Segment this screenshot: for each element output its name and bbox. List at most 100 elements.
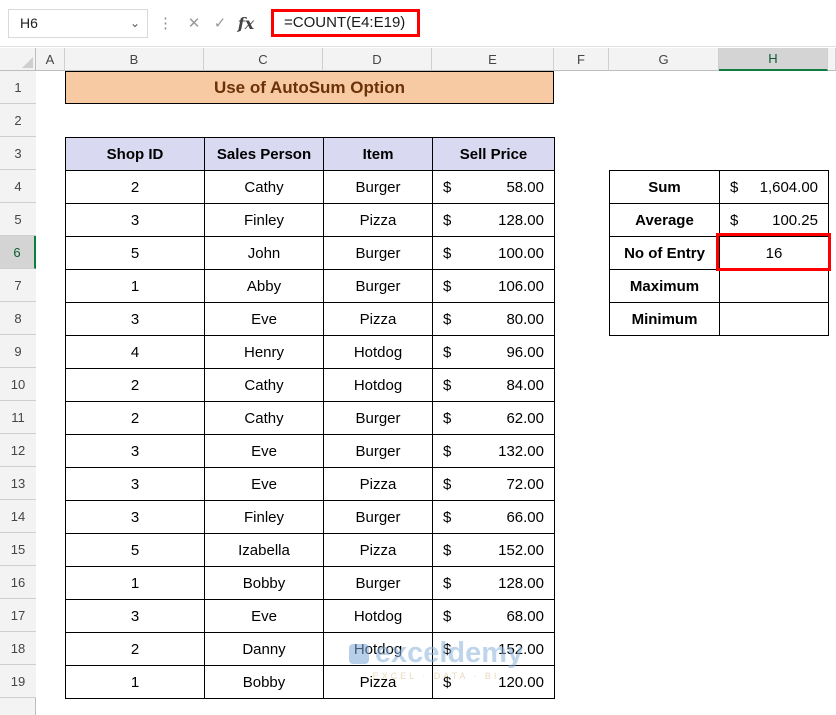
summary-label-cell[interactable]: No of Entry bbox=[610, 237, 720, 270]
table-cell-price[interactable]: $128.00 bbox=[433, 204, 555, 237]
table-cell[interactable]: Burger bbox=[324, 237, 433, 270]
column-header-b[interactable]: B bbox=[65, 48, 204, 71]
summary-value-cell[interactable] bbox=[720, 303, 829, 336]
table-cell[interactable]: Hotdog bbox=[324, 600, 433, 633]
cancel-icon[interactable]: ✕ bbox=[181, 14, 207, 32]
column-header-g[interactable]: G bbox=[609, 48, 719, 71]
column-header-a[interactable]: A bbox=[36, 48, 65, 71]
table-cell[interactable]: 3 bbox=[66, 600, 205, 633]
table-cell[interactable]: 2 bbox=[66, 633, 205, 666]
table-cell-price[interactable]: $58.00 bbox=[433, 171, 555, 204]
table-cell[interactable]: Burger bbox=[324, 501, 433, 534]
row-header-5[interactable]: 5 bbox=[0, 203, 36, 236]
table-cell[interactable]: Burger bbox=[324, 435, 433, 468]
table-cell[interactable]: Finley bbox=[205, 204, 324, 237]
table-cell[interactable]: Pizza bbox=[324, 303, 433, 336]
summary-label-cell[interactable]: Sum bbox=[610, 171, 720, 204]
table-cell[interactable]: Eve bbox=[205, 303, 324, 336]
table-cell[interactable]: 3 bbox=[66, 501, 205, 534]
table-cell[interactable]: Izabella bbox=[205, 534, 324, 567]
table-cell[interactable]: Hotdog bbox=[324, 369, 433, 402]
table-cell-price[interactable]: $72.00 bbox=[433, 468, 555, 501]
table-cell-price[interactable]: $96.00 bbox=[433, 336, 555, 369]
table-cell[interactable]: 2 bbox=[66, 171, 205, 204]
table-cell[interactable]: Hotdog bbox=[324, 633, 433, 666]
table-cell-price[interactable]: $152.00 bbox=[433, 534, 555, 567]
row-header-2[interactable]: 2 bbox=[0, 104, 36, 137]
summary-value-cell[interactable]: $100.25 bbox=[720, 204, 829, 237]
table-cell[interactable]: Eve bbox=[205, 600, 324, 633]
table-cell[interactable]: 3 bbox=[66, 468, 205, 501]
table-cell[interactable]: Bobby bbox=[205, 666, 324, 699]
row-header-15[interactable]: 15 bbox=[0, 533, 36, 566]
table-cell[interactable]: John bbox=[205, 237, 324, 270]
table-cell-price[interactable]: $66.00 bbox=[433, 501, 555, 534]
table-cell[interactable]: 2 bbox=[66, 402, 205, 435]
row-header-8[interactable]: 8 bbox=[0, 302, 36, 335]
table-cell[interactable]: 1 bbox=[66, 270, 205, 303]
column-header-c[interactable]: C bbox=[204, 48, 323, 71]
table-cell[interactable]: 3 bbox=[66, 303, 205, 336]
summary-label-cell[interactable]: Average bbox=[610, 204, 720, 237]
row-header-3[interactable]: 3 bbox=[0, 137, 36, 170]
table-cell[interactable]: Pizza bbox=[324, 666, 433, 699]
table-cell[interactable]: 2 bbox=[66, 369, 205, 402]
table-cell-price[interactable]: $80.00 bbox=[433, 303, 555, 336]
row-header-16[interactable]: 16 bbox=[0, 566, 36, 599]
table-cell-price[interactable]: $68.00 bbox=[433, 600, 555, 633]
table-cell[interactable]: Cathy bbox=[205, 402, 324, 435]
table-cell[interactable]: Eve bbox=[205, 435, 324, 468]
table-cell-price[interactable]: $100.00 bbox=[433, 237, 555, 270]
row-header-10[interactable]: 10 bbox=[0, 368, 36, 401]
enter-icon[interactable]: ✓ bbox=[207, 14, 233, 32]
column-header-f[interactable]: F bbox=[554, 48, 609, 71]
column-header-d[interactable]: D bbox=[323, 48, 432, 71]
select-all-corner[interactable] bbox=[0, 48, 36, 71]
header-cell[interactable]: Item bbox=[324, 138, 433, 171]
summary-label-cell[interactable]: Minimum bbox=[610, 303, 720, 336]
column-header-e[interactable]: E bbox=[432, 48, 554, 71]
summary-value-cell[interactable] bbox=[720, 270, 829, 303]
row-header-17[interactable]: 17 bbox=[0, 599, 36, 632]
row-header-4[interactable]: 4 bbox=[0, 170, 36, 203]
table-cell[interactable]: Burger bbox=[324, 402, 433, 435]
table-cell-price[interactable]: $106.00 bbox=[433, 270, 555, 303]
row-header-11[interactable]: 11 bbox=[0, 401, 36, 434]
table-cell[interactable]: 4 bbox=[66, 336, 205, 369]
table-cell[interactable]: 5 bbox=[66, 534, 205, 567]
row-header-9[interactable]: 9 bbox=[0, 335, 36, 368]
row-header-18[interactable]: 18 bbox=[0, 632, 36, 665]
table-cell[interactable]: Danny bbox=[205, 633, 324, 666]
table-cell[interactable]: Henry bbox=[205, 336, 324, 369]
summary-value-cell[interactable]: 16 bbox=[720, 237, 829, 270]
row-header-13[interactable]: 13 bbox=[0, 467, 36, 500]
column-header-h[interactable]: H bbox=[719, 48, 828, 71]
table-cell[interactable]: 1 bbox=[66, 666, 205, 699]
title-cell[interactable]: Use of AutoSum Option bbox=[65, 71, 554, 104]
table-cell[interactable]: Pizza bbox=[324, 204, 433, 237]
header-cell[interactable]: Sell Price bbox=[433, 138, 555, 171]
name-box[interactable]: H6 ⌄ bbox=[8, 8, 148, 38]
table-cell[interactable]: Finley bbox=[205, 501, 324, 534]
summary-value-cell[interactable]: $1,604.00 bbox=[720, 171, 829, 204]
row-header-14[interactable]: 14 bbox=[0, 500, 36, 533]
row-header-7[interactable]: 7 bbox=[0, 269, 36, 302]
header-cell[interactable]: Sales Person bbox=[205, 138, 324, 171]
table-cell[interactable]: Pizza bbox=[324, 534, 433, 567]
chevron-down-icon[interactable]: ⌄ bbox=[130, 16, 140, 30]
formula-input-highlight[interactable]: =COUNT(E4:E19) bbox=[271, 9, 421, 37]
row-header-1[interactable]: 1 bbox=[0, 71, 36, 104]
table-cell[interactable]: Bobby bbox=[205, 567, 324, 600]
table-cell-price[interactable]: $132.00 bbox=[433, 435, 555, 468]
table-cell[interactable]: Pizza bbox=[324, 468, 433, 501]
table-cell[interactable]: 5 bbox=[66, 237, 205, 270]
header-cell[interactable]: Shop ID bbox=[66, 138, 205, 171]
table-cell[interactable]: Burger bbox=[324, 270, 433, 303]
table-cell[interactable]: Hotdog bbox=[324, 336, 433, 369]
table-cell-price[interactable]: $128.00 bbox=[433, 567, 555, 600]
table-cell[interactable]: Burger bbox=[324, 171, 433, 204]
row-header-19[interactable]: 19 bbox=[0, 665, 36, 698]
table-cell[interactable]: 1 bbox=[66, 567, 205, 600]
table-cell[interactable]: 3 bbox=[66, 435, 205, 468]
row-header-6[interactable]: 6 bbox=[0, 236, 36, 269]
